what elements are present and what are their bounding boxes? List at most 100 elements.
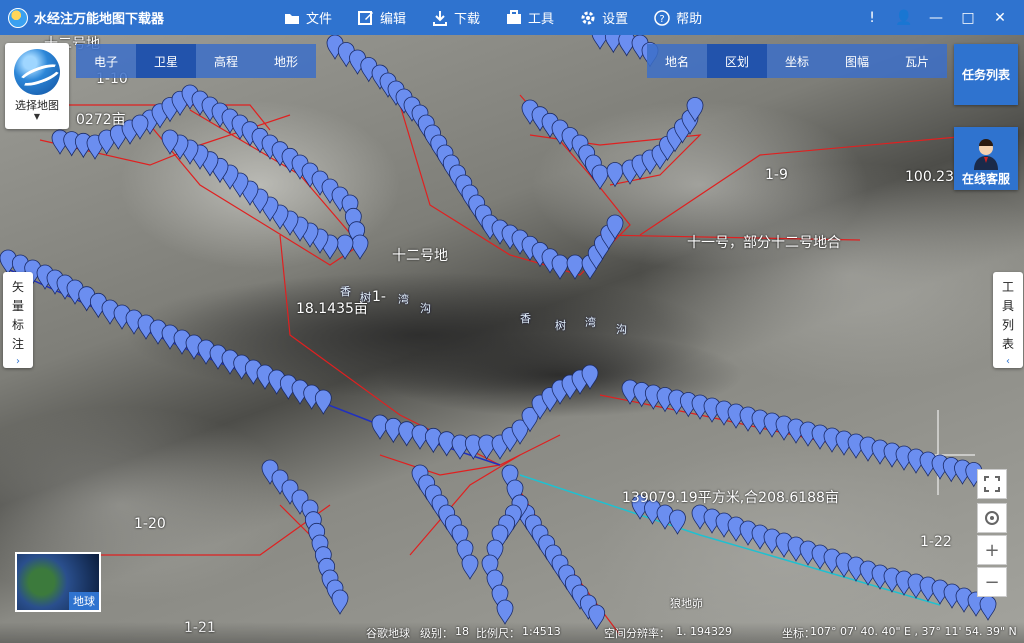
map-canvas[interactable]: 十二号地 1-10 0272亩 1-9 100.23 十二号地 十一号，部分十二… (0, 35, 1024, 643)
river-label: 湾 (585, 316, 596, 329)
marker-pin-icon[interactable] (979, 595, 997, 621)
fullscreen-icon (984, 476, 1000, 492)
zoom-out-button[interactable]: − (977, 567, 1007, 597)
marker-pins (0, 35, 997, 630)
map-label: 1-22 (920, 534, 952, 550)
menu-file[interactable]: 文件 (284, 8, 332, 27)
marker-pin-icon[interactable] (551, 254, 569, 280)
window-controls: ! 👤 — □ ✕ (856, 0, 1016, 35)
marker-pin-icon[interactable] (669, 509, 686, 535)
menu-edit[interactable]: 编辑 (358, 8, 406, 27)
info-icon[interactable]: ! (856, 10, 888, 26)
online-service-button[interactable]: 在线客服 (954, 127, 1018, 190)
close-button[interactable]: ✕ (984, 10, 1016, 26)
river-label: 香 (340, 285, 351, 298)
map-label: 139079.19平方米,合208.6188亩 (622, 490, 839, 506)
title-bar: 水经注万能地图下载器 文件 编辑 下载 工具 设置 ? 帮助 ! 👤 — □ ✕ (0, 0, 1024, 35)
locate-icon (985, 511, 999, 525)
map-label: 狼地峁 (670, 597, 703, 610)
toolbox-icon (507, 10, 522, 24)
app-title: 水经注万能地图下载器 (34, 12, 165, 27)
menu-tools[interactable]: 工具 (506, 8, 554, 27)
river-label: 香 (520, 312, 531, 325)
tab-divisions[interactable]: 区划 (707, 44, 767, 78)
river-label: 湾 (398, 293, 409, 306)
map-label: 十二号地 (392, 248, 448, 264)
zoom-in-button[interactable]: + (977, 535, 1007, 565)
chevron-left-icon: ‹ (1006, 356, 1010, 367)
gear-icon (581, 11, 595, 24)
marker-pin-icon[interactable] (461, 554, 479, 580)
tab-coordinates[interactable]: 坐标 (767, 44, 827, 78)
river-label: 树 (555, 319, 566, 332)
river-label: 沟 (420, 302, 431, 315)
locate-button[interactable] (977, 503, 1007, 533)
chevron-down-icon: ▼ (33, 112, 41, 121)
marker-pin-icon[interactable] (566, 254, 584, 280)
user-icon[interactable]: 👤 (888, 10, 920, 26)
marker-pin-icon[interactable] (451, 434, 469, 460)
status-bar: 谷歌地球 级别： 18 比例尺： 1:4513 空间分辨率： 1. 194329… (0, 622, 1024, 643)
edit-icon (358, 10, 374, 25)
folder-icon (285, 13, 299, 24)
layer-tabs: 地名 区划 坐标 图幅 瓦片 (647, 44, 947, 78)
fullscreen-button[interactable] (977, 469, 1007, 499)
map-type-tabs: 电子 卫星 高程 地形 (76, 44, 316, 78)
map-chooser-button[interactable]: 选择地图 ▼ (5, 43, 69, 129)
status-level-label: 级别： (420, 627, 453, 640)
marker-pin-icon[interactable] (314, 389, 332, 415)
vector-annotation-tab[interactable]: 矢 量 标 注 › (3, 272, 33, 368)
globe-icon (14, 49, 60, 95)
status-level: 18 (455, 625, 469, 638)
download-icon (433, 10, 448, 26)
status-scale-label: 比例尺： (476, 627, 520, 640)
menu-download[interactable]: 下载 (432, 8, 480, 27)
chevron-right-icon: › (16, 356, 20, 367)
map-overlay (0, 35, 997, 636)
map-label: 18.1435亩 (296, 301, 368, 317)
status-scale: 1:4513 (522, 625, 561, 638)
plus-icon: + (984, 539, 1000, 561)
svg-text:?: ? (659, 14, 664, 25)
map-label: 1- (372, 289, 386, 305)
river-label: 沟 (616, 323, 627, 336)
map-chooser-label: 选择地图 (15, 99, 59, 112)
tab-map-sheets[interactable]: 图幅 (827, 44, 887, 78)
river-label: 树 (360, 291, 371, 304)
map-label: 1-20 (134, 516, 166, 532)
marker-pin-icon[interactable] (331, 589, 349, 615)
online-service-label: 在线客服 (961, 172, 1010, 186)
map-label: 十一号，部分十二号地合 (687, 235, 841, 251)
marker-pin-icon[interactable] (351, 234, 369, 260)
customer-service-avatar-icon (974, 139, 998, 170)
map-label: 0272亩 (76, 112, 126, 128)
maximize-button[interactable]: □ (952, 10, 984, 26)
tab-tiles[interactable]: 瓦片 (887, 44, 947, 78)
tab-satellite[interactable]: 卫星 (136, 44, 196, 78)
status-coord: 107° 07' 40. 40" E , 37° 11' 54. 39" N (810, 625, 1017, 638)
main-menu: 文件 编辑 下载 工具 设置 ? 帮助 (284, 0, 728, 35)
status-resolution: 1. 194329 (676, 625, 732, 638)
menu-settings[interactable]: 设置 (580, 8, 628, 27)
task-list-button[interactable]: 任务列表 (954, 44, 1018, 105)
tab-place-names[interactable]: 地名 (647, 44, 707, 78)
menu-help[interactable]: ? 帮助 (654, 8, 702, 27)
status-source: 谷歌地球 (366, 627, 410, 640)
marker-pin-icon[interactable] (336, 234, 354, 260)
earth-view-label: 地球 (69, 592, 99, 610)
earth-view-button[interactable]: 地球 (15, 552, 101, 612)
tab-terrain[interactable]: 地形 (256, 44, 316, 78)
marker-pin-icon[interactable] (591, 164, 609, 190)
tab-electronic[interactable]: 电子 (76, 44, 136, 78)
minimize-button[interactable]: — (920, 10, 952, 26)
tab-elevation[interactable]: 高程 (196, 44, 256, 78)
marker-pin-icon[interactable] (464, 434, 482, 460)
marker-pin-icon[interactable] (496, 599, 514, 625)
tools-list-tab[interactable]: 工 具 列 表 ‹ (993, 272, 1023, 368)
help-icon: ? (654, 9, 670, 26)
map-label: 100.23 (905, 169, 954, 185)
map-label: 1-9 (765, 167, 788, 183)
status-resolution-label: 空间分辨率： (604, 627, 670, 640)
minus-icon: − (984, 571, 1000, 593)
app-logo-icon (8, 7, 28, 28)
